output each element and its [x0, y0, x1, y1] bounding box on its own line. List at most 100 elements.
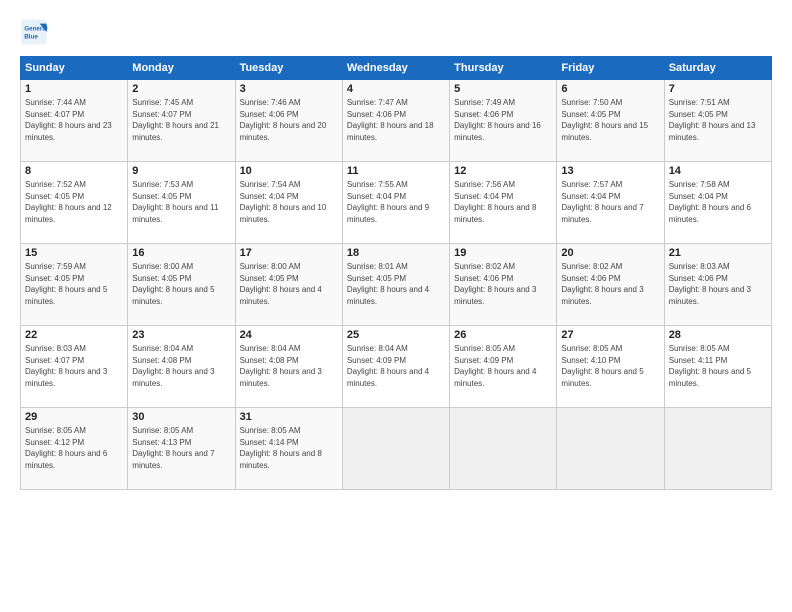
day-number: 30: [132, 411, 230, 423]
day-number: 21: [669, 247, 767, 259]
weekday-header-thursday: Thursday: [450, 57, 557, 80]
day-number: 10: [240, 165, 338, 177]
logo: General Blue: [20, 18, 52, 46]
day-number: 24: [240, 329, 338, 341]
day-number: 15: [25, 247, 123, 259]
day-number: 7: [669, 83, 767, 95]
day-info: Sunrise: 8:05 AMSunset: 4:09 PMDaylight:…: [454, 343, 552, 389]
day-info: Sunrise: 8:05 AMSunset: 4:14 PMDaylight:…: [240, 425, 338, 471]
day-number: 22: [25, 329, 123, 341]
day-number: 2: [132, 83, 230, 95]
table-row: 16 Sunrise: 8:00 AMSunset: 4:05 PMDayligh…: [128, 244, 235, 326]
table-row: 15Sunrise: 7:59 AMSunset: 4:05 PMDayligh…: [21, 244, 128, 326]
day-number: 11: [347, 165, 445, 177]
day-number: 8: [25, 165, 123, 177]
day-info: Sunrise: 8:01 AMSunset: 4:05 PMDaylight:…: [347, 261, 445, 307]
day-info: Sunrise: 7:44 AMSunset: 4:07 PMDaylight:…: [25, 97, 123, 143]
day-info: Sunrise: 7:47 AMSunset: 4:06 PMDaylight:…: [347, 97, 445, 143]
day-number: 20: [561, 247, 659, 259]
day-number: 16: [132, 247, 230, 259]
day-number: 23: [132, 329, 230, 341]
table-row: 28 Sunrise: 8:05 AMSunset: 4:11 PMDayligh…: [664, 326, 771, 408]
day-info: Sunrise: 8:03 AMSunset: 4:07 PMDaylight:…: [25, 343, 123, 389]
day-info: Sunrise: 8:04 AMSunset: 4:08 PMDaylight:…: [132, 343, 230, 389]
table-row: 25 Sunrise: 8:04 AMSunset: 4:09 PMDayligh…: [342, 326, 449, 408]
day-number: 29: [25, 411, 123, 423]
table-row: [450, 408, 557, 490]
table-row: [557, 408, 664, 490]
calendar-week-row: 22 Sunrise: 8:03 AMSunset: 4:07 PMDayligh…: [21, 326, 772, 408]
day-info: Sunrise: 7:55 AMSunset: 4:04 PMDaylight:…: [347, 179, 445, 225]
weekday-row: SundayMondayTuesdayWednesdayThursdayFrid…: [21, 57, 772, 80]
table-row: 26 Sunrise: 8:05 AMSunset: 4:09 PMDayligh…: [450, 326, 557, 408]
table-row: 13Sunrise: 7:57 AMSunset: 4:04 PMDayligh…: [557, 162, 664, 244]
table-row: 20Sunrise: 8:02 AMSunset: 4:06 PMDayligh…: [557, 244, 664, 326]
day-info: Sunrise: 7:50 AMSunset: 4:05 PMDaylight:…: [561, 97, 659, 143]
day-number: 6: [561, 83, 659, 95]
calendar-body: 1 Sunrise: 7:44 AMSunset: 4:07 PMDaylight…: [21, 80, 772, 490]
calendar-week-row: 15Sunrise: 7:59 AMSunset: 4:05 PMDayligh…: [21, 244, 772, 326]
day-info: Sunrise: 7:56 AMSunset: 4:04 PMDaylight:…: [454, 179, 552, 225]
day-info: Sunrise: 7:57 AMSunset: 4:04 PMDaylight:…: [561, 179, 659, 225]
day-info: Sunrise: 7:46 AMSunset: 4:06 PMDaylight:…: [240, 97, 338, 143]
calendar-week-row: 29 Sunrise: 8:05 AMSunset: 4:12 PMDayligh…: [21, 408, 772, 490]
day-info: Sunrise: 8:05 AMSunset: 4:10 PMDaylight:…: [561, 343, 659, 389]
calendar-table: SundayMondayTuesdayWednesdayThursdayFrid…: [20, 56, 772, 490]
page: General Blue SundayMondayTuesdayWednesda…: [0, 0, 792, 612]
table-row: 6 Sunrise: 7:50 AMSunset: 4:05 PMDaylight…: [557, 80, 664, 162]
day-info: Sunrise: 7:54 AMSunset: 4:04 PMDaylight:…: [240, 179, 338, 225]
day-info: Sunrise: 7:51 AMSunset: 4:05 PMDaylight:…: [669, 97, 767, 143]
calendar-header: SundayMondayTuesdayWednesdayThursdayFrid…: [21, 57, 772, 80]
table-row: 30 Sunrise: 8:05 AMSunset: 4:13 PMDayligh…: [128, 408, 235, 490]
table-row: 14 Sunrise: 7:58 AMSunset: 4:04 PMDayligh…: [664, 162, 771, 244]
table-row: 1 Sunrise: 7:44 AMSunset: 4:07 PMDaylight…: [21, 80, 128, 162]
table-row: 9Sunrise: 7:53 AMSunset: 4:05 PMDaylight…: [128, 162, 235, 244]
table-row: 3Sunrise: 7:46 AMSunset: 4:06 PMDaylight…: [235, 80, 342, 162]
table-row: 23 Sunrise: 8:04 AMSunset: 4:08 PMDayligh…: [128, 326, 235, 408]
table-row: 24 Sunrise: 8:04 AMSunset: 4:08 PMDayligh…: [235, 326, 342, 408]
calendar-week-row: 8 Sunrise: 7:52 AMSunset: 4:05 PMDaylight…: [21, 162, 772, 244]
day-info: Sunrise: 8:00 AMSunset: 4:05 PMDaylight:…: [240, 261, 338, 307]
table-row: 31 Sunrise: 8:05 AMSunset: 4:14 PMDayligh…: [235, 408, 342, 490]
day-number: 12: [454, 165, 552, 177]
table-row: 7 Sunrise: 7:51 AMSunset: 4:05 PMDaylight…: [664, 80, 771, 162]
header: General Blue: [20, 18, 772, 46]
table-row: 18Sunrise: 8:01 AMSunset: 4:05 PMDayligh…: [342, 244, 449, 326]
weekday-header-saturday: Saturday: [664, 57, 771, 80]
day-info: Sunrise: 7:49 AMSunset: 4:06 PMDaylight:…: [454, 97, 552, 143]
weekday-header-monday: Monday: [128, 57, 235, 80]
table-row: [342, 408, 449, 490]
table-row: 17Sunrise: 8:00 AMSunset: 4:05 PMDayligh…: [235, 244, 342, 326]
day-info: Sunrise: 8:05 AMSunset: 4:11 PMDaylight:…: [669, 343, 767, 389]
day-info: Sunrise: 8:00 AMSunset: 4:05 PMDaylight:…: [132, 261, 230, 307]
day-info: Sunrise: 7:45 AMSunset: 4:07 PMDaylight:…: [132, 97, 230, 143]
day-info: Sunrise: 7:52 AMSunset: 4:05 PMDaylight:…: [25, 179, 123, 225]
table-row: 5 Sunrise: 7:49 AMSunset: 4:06 PMDaylight…: [450, 80, 557, 162]
day-info: Sunrise: 8:04 AMSunset: 4:08 PMDaylight:…: [240, 343, 338, 389]
day-info: Sunrise: 8:05 AMSunset: 4:13 PMDaylight:…: [132, 425, 230, 471]
day-number: 9: [132, 165, 230, 177]
day-info: Sunrise: 8:05 AMSunset: 4:12 PMDaylight:…: [25, 425, 123, 471]
svg-text:Blue: Blue: [24, 33, 38, 40]
table-row: 4 Sunrise: 7:47 AMSunset: 4:06 PMDaylight…: [342, 80, 449, 162]
day-number: 1: [25, 83, 123, 95]
day-number: 28: [669, 329, 767, 341]
day-number: 27: [561, 329, 659, 341]
weekday-header-sunday: Sunday: [21, 57, 128, 80]
table-row: 29 Sunrise: 8:05 AMSunset: 4:12 PMDayligh…: [21, 408, 128, 490]
day-info: Sunrise: 8:04 AMSunset: 4:09 PMDaylight:…: [347, 343, 445, 389]
table-row: 11 Sunrise: 7:55 AMSunset: 4:04 PMDayligh…: [342, 162, 449, 244]
day-number: 4: [347, 83, 445, 95]
logo-icon: General Blue: [20, 18, 48, 46]
weekday-header-tuesday: Tuesday: [235, 57, 342, 80]
day-info: Sunrise: 8:02 AMSunset: 4:06 PMDaylight:…: [454, 261, 552, 307]
day-number: 14: [669, 165, 767, 177]
table-row: 27 Sunrise: 8:05 AMSunset: 4:10 PMDayligh…: [557, 326, 664, 408]
table-row: [664, 408, 771, 490]
day-number: 26: [454, 329, 552, 341]
day-info: Sunrise: 7:58 AMSunset: 4:04 PMDaylight:…: [669, 179, 767, 225]
day-number: 25: [347, 329, 445, 341]
table-row: 22 Sunrise: 8:03 AMSunset: 4:07 PMDayligh…: [21, 326, 128, 408]
day-number: 31: [240, 411, 338, 423]
day-number: 5: [454, 83, 552, 95]
